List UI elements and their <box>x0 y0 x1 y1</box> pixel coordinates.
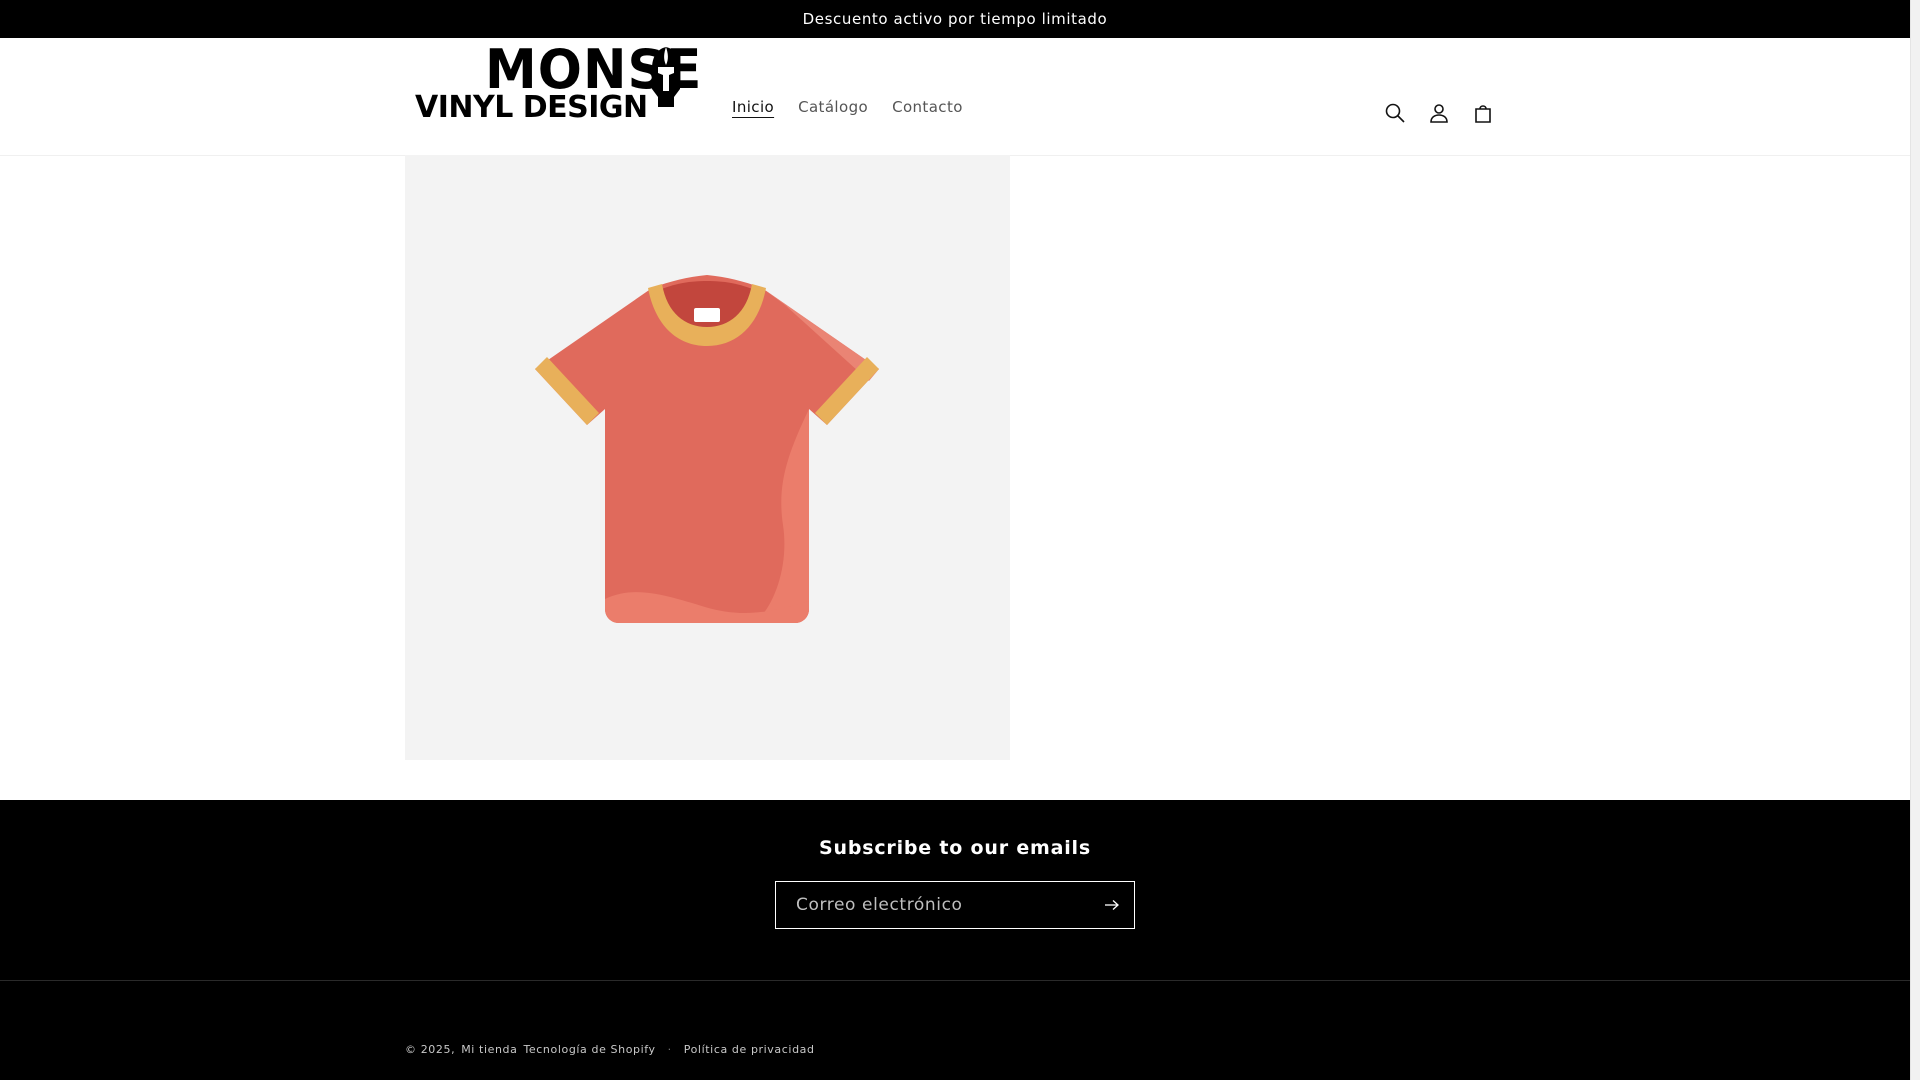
site-footer: Subscribe to our emails © 2025, Mi tiend… <box>0 800 1910 1080</box>
powered-by-link[interactable]: Tecnología de Shopify <box>523 1043 655 1056</box>
newsletter-form <box>775 881 1135 929</box>
announcement-text: Descuento activo por tiempo limitado <box>802 10 1108 28</box>
helmet-icon <box>652 47 680 107</box>
search-icon <box>1385 103 1405 123</box>
cart-button[interactable] <box>1468 98 1498 128</box>
store-logo[interactable]: MONSE VINYL DESIGN <box>405 43 701 125</box>
footer-separator: · <box>667 1043 672 1056</box>
footer-copyright: © 2025, Mi tienda Tecnología de Shopify … <box>405 1043 815 1056</box>
subscribe-button[interactable] <box>1090 882 1134 928</box>
announcement-bar: Descuento activo por tiempo limitado <box>0 0 1910 38</box>
page: Descuento activo por tiempo limitado MON… <box>0 0 1910 1080</box>
nav-link-catalogo[interactable]: Catálogo <box>798 98 868 116</box>
nav-link-contacto[interactable]: Contacto <box>892 98 963 116</box>
t-shirt-placeholder-icon <box>535 275 879 623</box>
cart-icon <box>1475 105 1491 123</box>
header-icons <box>1380 98 1498 128</box>
store-name-link[interactable]: Mi tienda <box>461 1043 517 1056</box>
nav-link-inicio[interactable]: Inicio <box>732 98 774 116</box>
email-field[interactable] <box>776 895 1090 915</box>
arrow-right-icon <box>1105 900 1119 910</box>
product-image[interactable] <box>405 155 1010 760</box>
footer-divider <box>0 980 1910 981</box>
privacy-policy-link[interactable]: Política de privacidad <box>684 1043 815 1056</box>
search-button[interactable] <box>1380 98 1410 128</box>
main-nav: Inicio Catálogo Contacto <box>732 98 963 116</box>
scrollbar[interactable] <box>1910 0 1920 1080</box>
site-header: MONSE VINYL DESIGN Inicio Catálogo Conta… <box>0 38 1910 156</box>
account-icon <box>1430 104 1448 123</box>
account-button[interactable] <box>1424 98 1454 128</box>
copyright-prefix: © 2025, <box>405 1043 456 1056</box>
newsletter-title: Subscribe to our emails <box>819 837 1091 859</box>
